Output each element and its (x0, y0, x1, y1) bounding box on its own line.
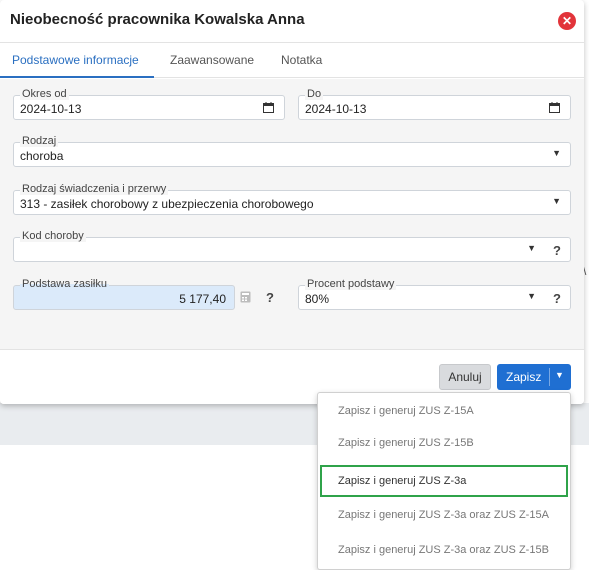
menu-item-zus-z15a[interactable]: Zapisz i generuj ZUS Z-15A (318, 395, 570, 427)
chevron-down-icon[interactable]: ▼ (527, 243, 536, 253)
save-options-menu: Zapisz i generuj ZUS Z-15A Zapisz i gene… (317, 392, 571, 570)
chevron-down-icon[interactable]: ▼ (552, 196, 561, 206)
do-field[interactable]: Do 2024-10-13 (298, 88, 571, 120)
procent-podstawy-label: Procent podstawy (305, 278, 397, 290)
menu-item-zus-z3a[interactable]: Zapisz i generuj ZUS Z-3a (320, 465, 568, 497)
rodzaj-swiadczenia-select[interactable]: Rodzaj świadczenia i przerwy 313 - zasił… (13, 183, 571, 215)
tab-podstawowe-informacje[interactable]: Podstawowe informacje (12, 53, 139, 67)
kod-choroby-select[interactable]: Kod choroby ▼ ? (13, 230, 571, 262)
rodzaj-label: Rodzaj (20, 135, 59, 147)
help-icon[interactable]: ? (266, 290, 274, 305)
modal-header: Nieobecność pracownika Kowalska Anna ✕ (0, 0, 584, 43)
podstawa-zasilku-value: 5 177,40 (179, 292, 226, 306)
chevron-down-icon[interactable]: ▼ (552, 148, 561, 158)
do-value: 2024-10-13 (305, 102, 367, 116)
podstawa-zasilku-label: Podstawa zasiłku (20, 278, 109, 290)
menu-item-zus-z15b[interactable]: Zapisz i generuj ZUS Z-15B (318, 427, 570, 459)
kod-choroby-label: Kod choroby (20, 230, 86, 242)
modal-title: Nieobecność pracownika Kowalska Anna (10, 11, 305, 28)
rodzaj-value: choroba (20, 149, 64, 163)
save-split-button[interactable]: Zapisz ▼ (497, 364, 571, 390)
help-icon[interactable]: ? (553, 291, 561, 306)
podstawa-zasilku-field[interactable]: Podstawa zasiłku 5 177,40 (13, 278, 235, 310)
menu-item-zus-z3a-z15b[interactable]: Zapisz i generuj ZUS Z-3a oraz ZUS Z-15B (318, 534, 570, 566)
okres-od-value: 2024-10-13 (20, 102, 82, 116)
procent-podstawy-value: 80% (305, 292, 330, 306)
do-label: Do (305, 88, 324, 100)
tab-notatka[interactable]: Notatka (281, 53, 322, 67)
absence-modal: Nieobecność pracownika Kowalska Anna ✕ P… (0, 0, 584, 404)
calendar-icon[interactable] (549, 102, 560, 116)
chevron-down-icon[interactable]: ▼ (527, 291, 536, 301)
rodzaj-swiadczenia-value: 313 - zasiłek chorobowy z ubezpieczenia … (20, 197, 314, 211)
rodzaj-swiadczenia-label: Rodzaj świadczenia i przerwy (20, 183, 169, 195)
tab-bar: Podstawowe informacje Zaawansowane Notat… (0, 43, 584, 78)
calendar-icon[interactable] (263, 102, 274, 116)
active-tab-indicator (0, 76, 154, 78)
chevron-down-icon[interactable]: ▼ (555, 370, 564, 380)
rodzaj-select[interactable]: Rodzaj choroba ▼ (13, 135, 571, 167)
okres-od-field[interactable]: Okres od 2024-10-13 (13, 88, 285, 120)
menu-item-zus-z3a-z15a[interactable]: Zapisz i generuj ZUS Z-3a oraz ZUS Z-15A (318, 499, 570, 531)
calculator-icon[interactable] (240, 291, 251, 306)
tab-zaawansowane[interactable]: Zaawansowane (170, 53, 254, 67)
save-button[interactable]: Zapisz (506, 370, 541, 384)
help-icon[interactable]: ? (553, 243, 561, 258)
form-body: Okres od 2024-10-13 Do 2024-10-13 Rodzaj… (0, 79, 584, 349)
okres-od-label: Okres od (20, 88, 69, 100)
close-icon[interactable]: ✕ (558, 12, 576, 30)
button-divider (549, 368, 550, 386)
cancel-button[interactable]: Anuluj (439, 364, 491, 390)
procent-podstawy-select[interactable]: Procent podstawy 80% ▼ ? (298, 278, 571, 310)
